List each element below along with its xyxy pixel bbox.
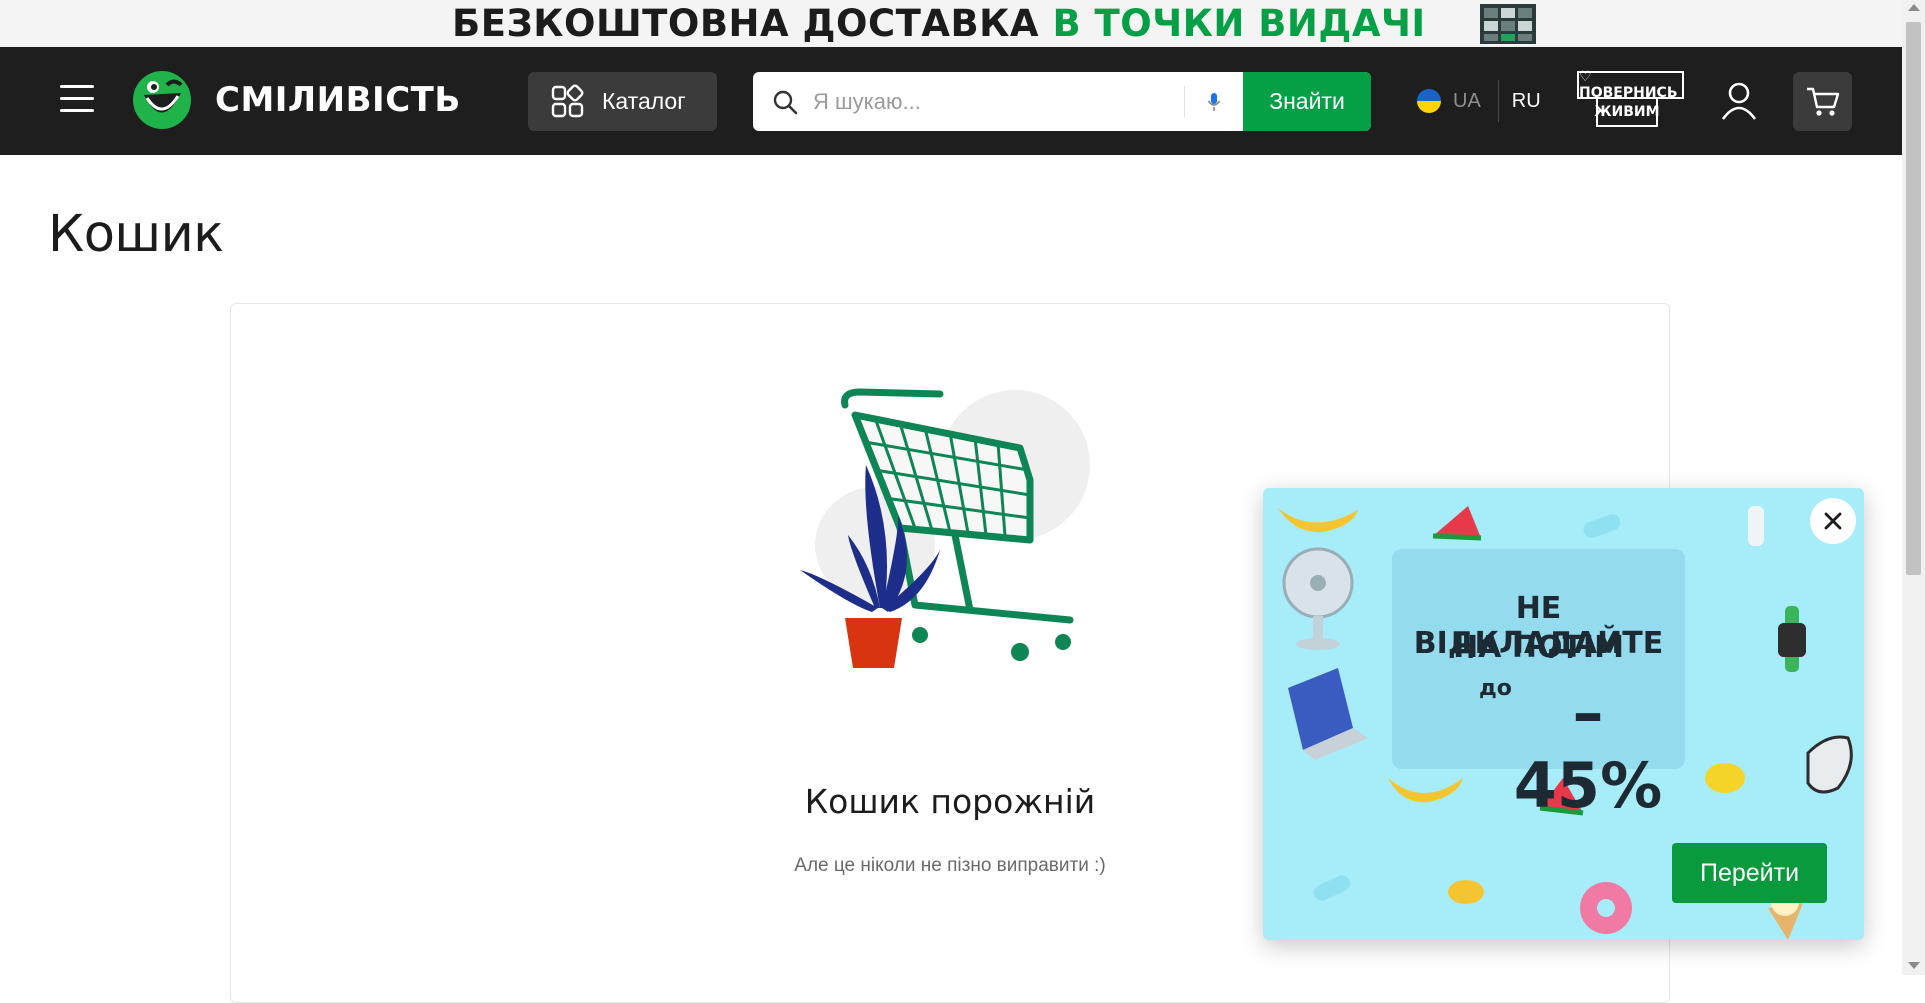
language-switcher: UA RU [1417,80,1541,122]
catalog-button[interactable]: Каталог [528,72,717,131]
scroll-up-arrow-icon[interactable] [1908,4,1920,11]
language-ru[interactable]: RU [1512,90,1541,113]
popup-discount: –45% [1513,676,1663,822]
language-ua[interactable]: UA [1453,90,1481,113]
promo-accent-text: В ТОЧКИ ВИДАЧІ [1052,2,1426,45]
user-account-icon[interactable] [1720,81,1758,121]
parcel-locker-icon [1474,0,1544,47]
catalog-grid-icon [551,84,584,117]
logo-text: СМІЛИВІСТЬ [215,80,461,120]
search-bar: Знайти [753,72,1371,131]
page-title: Кошик [48,205,224,264]
site-header: СМІЛИВІСТЬ Каталог Знайти U [0,47,1902,155]
smiley-logo-icon [133,71,191,129]
campaign-badge-bottom: ЖИВИМ [1594,99,1660,127]
close-icon[interactable] [1810,498,1856,544]
catalog-label: Каталог [602,88,686,114]
page-scrollbar[interactable] [1902,0,1925,975]
campaign-badge[interactable]: ♡ ПОВЕРНИСЬ ЖИВИМ [1577,69,1684,127]
microphone-icon[interactable] [1185,72,1243,131]
search-button[interactable]: Знайти [1243,72,1371,131]
site-logo[interactable]: СМІЛИВІСТЬ [131,69,461,131]
search-input[interactable] [799,72,1184,131]
search-icon [773,90,798,114]
scroll-down-arrow-icon[interactable] [1908,962,1920,969]
popup-headline-line2: НА ПОТІМ [1453,630,1624,665]
promo-banner[interactable]: БЕЗКОШТОВНА ДОСТАВКА В ТОЧКИ ВИДАЧІ [0,0,1925,47]
cart-button[interactable] [1793,72,1852,131]
promo-banner-content: БЕЗКОШТОВНА ДОСТАВКА В ТОЧКИ ВИДАЧІ [452,0,1544,47]
campaign-badge-top: ♡ ПОВЕРНИСЬ [1577,69,1684,101]
cart-icon [1806,87,1839,116]
ukraine-flag-icon [1417,89,1441,113]
promo-text: БЕЗКОШТОВНА ДОСТАВКА В ТОЧКИ ВИДАЧІ [452,2,1426,45]
empty-cart-illustration [800,388,1090,668]
scroll-thumb[interactable] [1906,22,1921,575]
promo-popup: НЕ ВІДКЛАДАЙТЕ НА ПОТІМ до –45% Перейти [1263,488,1864,940]
popup-go-button[interactable]: Перейти [1672,843,1827,903]
hamburger-icon[interactable] [60,85,94,115]
language-divider [1497,80,1499,122]
